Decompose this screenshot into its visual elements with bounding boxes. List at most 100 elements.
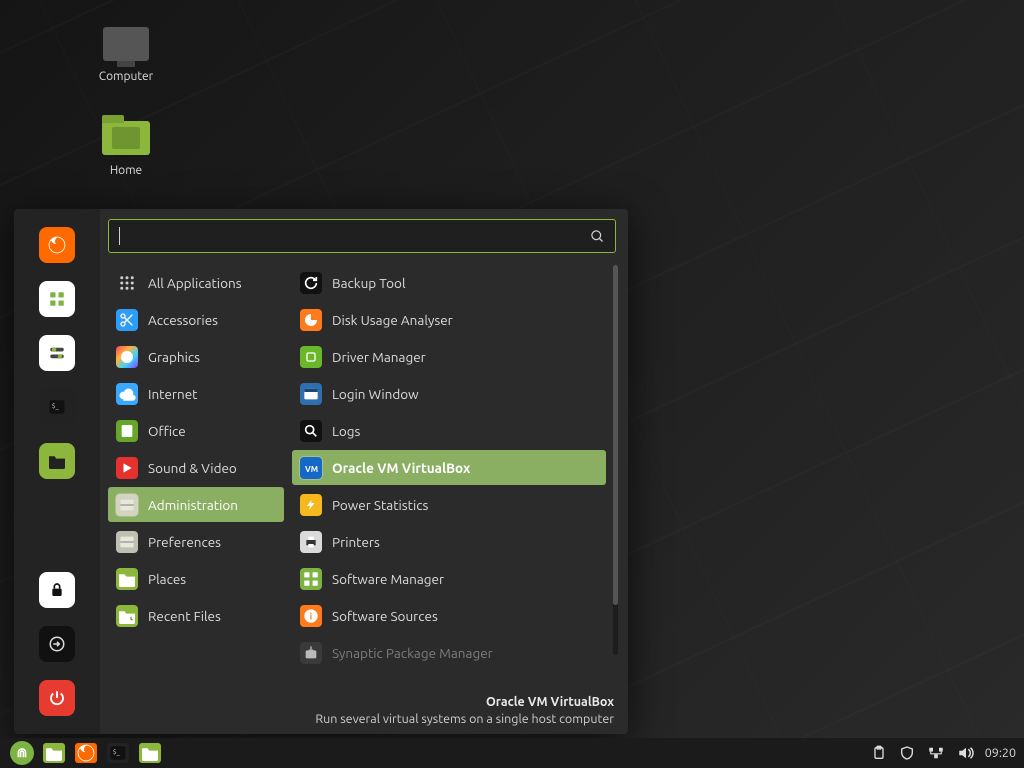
favorite-settings[interactable] xyxy=(39,335,75,371)
folder-icon xyxy=(116,568,138,590)
app-item[interactable]: Power Statistics xyxy=(292,487,606,522)
apps-scrollbar[interactable] xyxy=(613,265,618,655)
pie-icon xyxy=(300,309,322,331)
favorite-files[interactable] xyxy=(39,443,75,479)
favorite-apps[interactable] xyxy=(39,281,75,317)
category-item[interactable]: Office xyxy=(108,413,284,448)
desktop-icon-label: Computer xyxy=(86,70,166,83)
category-item[interactable]: Administration xyxy=(108,487,284,522)
favorite-terminal[interactable]: $_ xyxy=(39,389,75,425)
folder-icon xyxy=(139,743,161,763)
tray-network[interactable] xyxy=(927,746,945,760)
category-label: Recent Files xyxy=(148,608,221,624)
app-label: Power Statistics xyxy=(332,497,428,513)
svg-text:$_: $_ xyxy=(52,402,60,410)
scissors-icon xyxy=(116,309,138,331)
tray-clipboard[interactable] xyxy=(871,745,887,761)
app-item[interactable]: Disk Usage Analyser xyxy=(292,302,606,337)
computer-icon xyxy=(103,27,149,61)
category-label: All Applications xyxy=(148,275,242,291)
desktop-icon-label: Home xyxy=(86,164,166,177)
app-label: Printers xyxy=(332,534,380,550)
favorite-logout[interactable] xyxy=(39,626,75,662)
app-item[interactable]: Backup Tool xyxy=(292,265,606,300)
app-item[interactable]: Printers xyxy=(292,524,606,559)
magnify-icon xyxy=(300,420,322,442)
start-menu: $_ All Applications Accessories Graphics In… xyxy=(14,209,628,734)
folder-icon xyxy=(43,743,65,763)
favorite-lock[interactable] xyxy=(39,572,75,608)
cloud-icon xyxy=(116,383,138,405)
book-icon xyxy=(116,420,138,442)
category-item[interactable]: Places xyxy=(108,561,284,596)
tooltip-title: Oracle VM VirtualBox xyxy=(315,694,614,711)
svg-text:$_: $_ xyxy=(113,748,121,756)
category-item[interactable]: All Applications xyxy=(108,265,284,300)
drawer-icon xyxy=(116,531,138,553)
app-label: Software Sources xyxy=(332,608,438,624)
category-item[interactable]: Accessories xyxy=(108,302,284,337)
svg-text:VM: VM xyxy=(305,463,318,473)
category-label: Places xyxy=(148,571,186,587)
category-item[interactable]: Preferences xyxy=(108,524,284,559)
desktop-icon-home[interactable]: Home xyxy=(86,118,166,177)
category-label: Preferences xyxy=(148,534,221,550)
app-label: Disk Usage Analyser xyxy=(332,312,453,328)
text-caret xyxy=(119,227,120,245)
scrollbar-thumb[interactable] xyxy=(613,265,618,605)
launcher-files[interactable] xyxy=(40,741,68,765)
category-label: Internet xyxy=(148,386,197,402)
tooltip-desc: Run several virtual systems on a single … xyxy=(315,711,614,728)
category-label: Administration xyxy=(148,497,238,513)
search-icon xyxy=(590,229,605,244)
favorite-power[interactable] xyxy=(39,680,75,716)
search-input[interactable] xyxy=(108,219,616,253)
app-item[interactable]: Driver Manager xyxy=(292,339,606,374)
desktop-icon-computer[interactable]: Computer xyxy=(86,24,166,83)
launcher-menu[interactable]: ⋒ xyxy=(8,741,36,765)
app-label: Driver Manager xyxy=(332,349,426,365)
app-item[interactable]: Software Manager xyxy=(292,561,606,596)
terminal-icon: $_ xyxy=(107,743,129,763)
category-item[interactable]: Internet xyxy=(108,376,284,411)
search-field[interactable] xyxy=(128,228,582,244)
launcher-firefox[interactable] xyxy=(72,741,100,765)
category-label: Sound & Video xyxy=(148,460,237,476)
play-icon xyxy=(116,457,138,479)
bolt-icon xyxy=(300,494,322,516)
category-label: Accessories xyxy=(148,312,218,328)
app-item[interactable]: VMOracle VM VirtualBox xyxy=(292,450,606,485)
grid-icon xyxy=(300,568,322,590)
folder-icon xyxy=(102,121,150,155)
category-label: Office xyxy=(148,423,186,439)
tray-volume[interactable] xyxy=(957,745,975,761)
clock[interactable]: 09:20 xyxy=(985,746,1016,760)
box-down-icon xyxy=(300,642,322,664)
app-item[interactable]: Logs xyxy=(292,413,606,448)
drawer-icon xyxy=(116,494,138,516)
firefox-icon xyxy=(75,743,97,763)
categories-column: All Applications Accessories Graphics Inter… xyxy=(108,265,284,728)
app-item[interactable]: i Software Sources xyxy=(292,598,606,633)
app-label: Software Manager xyxy=(332,571,444,587)
tray-shield[interactable] xyxy=(899,745,915,761)
launcher-terminal[interactable]: $_ xyxy=(104,741,132,765)
favorite-firefox[interactable] xyxy=(39,227,75,263)
printer-icon xyxy=(300,531,322,553)
app-item[interactable]: Login Window xyxy=(292,376,606,411)
taskbar: ⋒ $_ 09:20 xyxy=(0,738,1024,768)
app-label: Login Window xyxy=(332,386,419,402)
app-tooltip: Oracle VM VirtualBox Run several virtual… xyxy=(315,694,614,728)
svg-text:i: i xyxy=(310,610,313,621)
category-item[interactable]: Graphics xyxy=(108,339,284,374)
app-label: Synaptic Package Manager xyxy=(332,645,493,661)
folder-clock-icon xyxy=(116,605,138,627)
palette-icon xyxy=(116,346,138,368)
applications-column: Backup Tool Disk Usage Analyser Driver Man… xyxy=(292,265,616,728)
app-item[interactable]: Synaptic Package Manager xyxy=(292,635,606,670)
category-item[interactable]: Sound & Video xyxy=(108,450,284,485)
launcher-files2[interactable] xyxy=(136,741,164,765)
category-label: Graphics xyxy=(148,349,200,365)
category-item[interactable]: Recent Files xyxy=(108,598,284,633)
favorites-column: $_ xyxy=(14,209,100,734)
